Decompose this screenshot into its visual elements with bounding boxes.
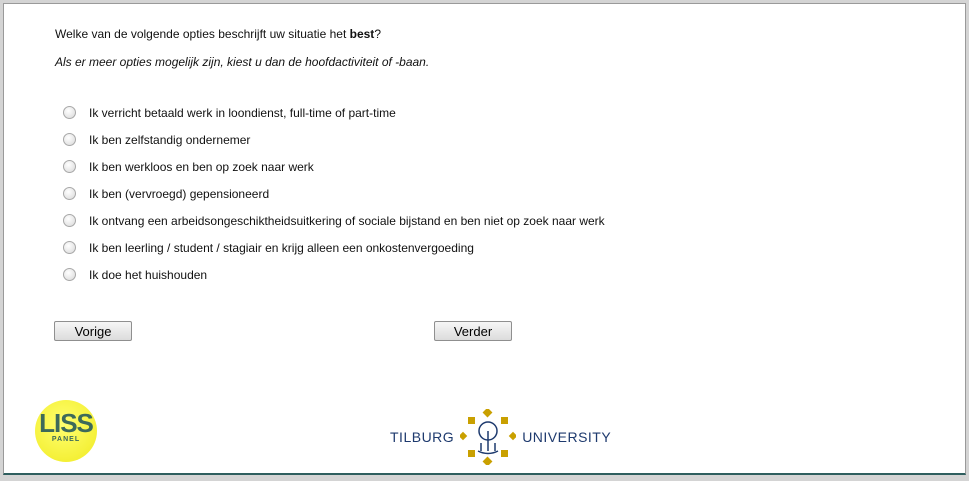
option-item[interactable]: Ik ben (vervroegd) gepensioneerd xyxy=(63,180,605,207)
university-seal-icon xyxy=(460,409,517,465)
option-item[interactable]: Ik ben zelfstandig ondernemer xyxy=(63,126,605,153)
radio-button[interactable] xyxy=(63,133,76,146)
radio-button[interactable] xyxy=(63,187,76,200)
question-mark: ? xyxy=(374,27,381,41)
question-text: Welke van de volgende opties beschrijft … xyxy=(55,27,381,41)
radio-button[interactable] xyxy=(63,106,76,119)
question-text-part: Welke van de volgende opties beschrijft … xyxy=(55,27,350,41)
option-item[interactable]: Ik doe het huishouden xyxy=(63,261,605,288)
option-label[interactable]: Ik verricht betaald werk in loondienst, … xyxy=(89,106,396,120)
radio-button[interactable] xyxy=(63,214,76,227)
option-label[interactable]: Ik doe het huishouden xyxy=(89,268,207,282)
option-label[interactable]: Ik ben zelfstandig ondernemer xyxy=(89,133,250,147)
radio-button[interactable] xyxy=(63,241,76,254)
option-label[interactable]: Ik ben leerling / student / stagiair en … xyxy=(89,241,474,255)
instruction-text: Als er meer opties mogelijk zijn, kiest … xyxy=(55,55,430,69)
survey-panel: Welke van de volgende opties beschrijft … xyxy=(3,3,966,475)
option-item[interactable]: Ik ben werkloos en ben op zoek naar werk xyxy=(63,153,605,180)
liss-logo-text: LISS xyxy=(39,408,94,438)
option-label[interactable]: Ik ontvang een arbeidsongeschiktheidsuit… xyxy=(89,214,605,228)
liss-panel-logo: LISS PANEL xyxy=(35,400,97,462)
options-list: Ik verricht betaald werk in loondienst, … xyxy=(63,99,605,288)
radio-button[interactable] xyxy=(63,268,76,281)
option-label[interactable]: Ik ben (vervroegd) gepensioneerd xyxy=(89,187,269,201)
option-label[interactable]: Ik ben werkloos en ben op zoek naar werk xyxy=(89,160,314,174)
tilburg-logo-left: TILBURG xyxy=(390,429,455,445)
option-item[interactable]: Ik verricht betaald werk in loondienst, … xyxy=(63,99,605,126)
tilburg-university-logo: TILBURG UNIVERSITY xyxy=(390,409,611,465)
next-button[interactable]: Verder xyxy=(434,321,512,341)
previous-button[interactable]: Vorige xyxy=(54,321,132,341)
option-item[interactable]: Ik ontvang een arbeidsongeschiktheidsuit… xyxy=(63,207,605,234)
question-emphasis: best xyxy=(349,27,375,41)
radio-button[interactable] xyxy=(63,160,76,173)
option-item[interactable]: Ik ben leerling / student / stagiair en … xyxy=(63,234,605,261)
tilburg-logo-right: UNIVERSITY xyxy=(522,429,612,445)
